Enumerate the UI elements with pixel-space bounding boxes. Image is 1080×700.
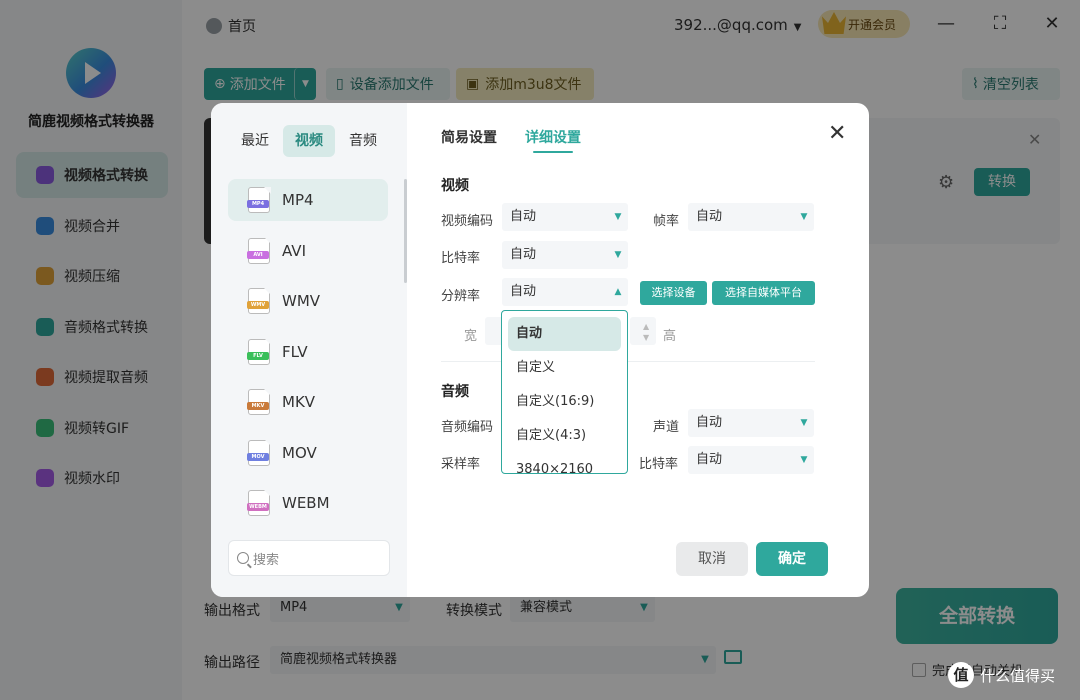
watermark-logo: 值 (948, 662, 974, 688)
format-item-webm[interactable]: WEBM WEBM (228, 482, 388, 524)
mov-tag: MOV (247, 452, 269, 461)
select-platform-button[interactable]: 选择自媒体平台 (712, 281, 815, 305)
format-item-flv[interactable]: FLV FLV (228, 331, 388, 373)
resolution-dropdown-menu: 自动 自定义 自定义(16:9) 自定义(4:3) 3840×2160 (501, 310, 628, 474)
wmv-file-icon: WMV (247, 287, 271, 314)
resolution-select[interactable]: 自动 ▲ (502, 278, 628, 306)
format-search-input[interactable]: 搜索 (228, 540, 390, 576)
mov-file-icon: MOV (247, 439, 271, 466)
watermark-text: 什么值得买 (980, 666, 1056, 685)
chevron-down-icon: ▼ (800, 418, 808, 428)
format-label: AVI (282, 241, 306, 260)
format-item-avi[interactable]: AVI AVI (228, 230, 388, 272)
format-item-mp4[interactable]: MP4 MP4 (228, 179, 388, 221)
wmv-tag: WMV (247, 301, 269, 309)
confirm-button[interactable]: 确定 (756, 542, 828, 576)
width-label: 宽 (464, 329, 478, 344)
format-settings-dialog: 最近 视频 音频 MP4 MP4 AVI AVI WMV WMV FLV FLV MKV… (211, 103, 869, 597)
audio-bitrate-label: 比特率 (639, 457, 679, 472)
tab-simple-settings[interactable]: 简易设置 (441, 127, 497, 153)
resolution-value: 自动 (510, 284, 537, 299)
tab-video[interactable]: 视频 (283, 125, 335, 157)
stepper-down-icon[interactable]: ▼ (643, 334, 649, 342)
resolution-option-custom[interactable]: 自定义 (502, 351, 627, 385)
search-icon (237, 552, 249, 564)
flv-file-icon: FLV (247, 338, 271, 365)
video-codec-label: 视频编码 (441, 214, 494, 229)
resolution-option-3840x2160[interactable]: 3840×2160 (502, 453, 627, 473)
format-label: WMV (282, 292, 321, 310)
chevron-down-icon: ▼ (614, 212, 622, 222)
video-bitrate-label: 比特率 (441, 251, 481, 266)
format-category-tabs: 最近 视频 音频 (229, 125, 391, 157)
audio-bitrate-select[interactable]: 自动 ▼ (688, 446, 814, 474)
video-bitrate-select[interactable]: 自动 ▼ (502, 241, 628, 269)
channel-label: 声道 (653, 420, 680, 435)
format-item-mkv[interactable]: MKV MKV (228, 381, 388, 423)
channel-value: 自动 (696, 415, 723, 430)
settings-tabs: 简易设置 详细设置 (441, 127, 609, 153)
tab-audio[interactable]: 音频 (337, 125, 389, 157)
samplerate-label: 采样率 (441, 457, 481, 472)
format-item-wmv[interactable]: WMV WMV (228, 280, 388, 322)
video-section-title: 视频 (441, 178, 469, 194)
format-label: MOV (282, 443, 317, 462)
audio-codec-label: 音频编码 (441, 420, 494, 435)
format-list-scrollbar[interactable] (404, 179, 407, 283)
flv-tag: FLV (247, 351, 269, 360)
format-label: WEBM (282, 494, 330, 512)
audio-section-title: 音频 (441, 384, 469, 400)
webm-tag: WEBM (247, 503, 269, 511)
resolution-option-auto[interactable]: 自动 (508, 317, 621, 351)
avi-tag: AVI (247, 250, 269, 259)
audio-bitrate-value: 自动 (696, 452, 723, 467)
resolution-option-custom-16-9[interactable]: 自定义(16:9) (502, 385, 627, 419)
mkv-file-icon: MKV (247, 388, 271, 415)
tab-detailed-settings[interactable]: 详细设置 (525, 127, 581, 153)
tab-recent[interactable]: 最近 (229, 125, 281, 157)
video-codec-value: 自动 (510, 209, 537, 224)
chevron-down-icon: ▼ (614, 250, 622, 260)
stepper-up-icon[interactable]: ▲ (643, 323, 649, 331)
watermark: 值什么值得买 (948, 662, 1055, 688)
chevron-up-icon: ▲ (614, 287, 622, 297)
format-label: MP4 (282, 191, 314, 209)
chevron-down-icon: ▼ (800, 212, 808, 222)
height-label: 高 (663, 329, 677, 344)
framerate-label: 帧率 (653, 214, 680, 229)
video-bitrate-value: 自动 (510, 247, 537, 262)
format-list: MP4 MP4 AVI AVI WMV WMV FLV FLV MKV MKV MOV MO… (228, 179, 388, 533)
channel-select[interactable]: 自动 ▼ (688, 409, 814, 437)
format-panel: 最近 视频 音频 MP4 MP4 AVI AVI WMV WMV FLV FLV MKV… (211, 103, 407, 597)
mkv-tag: MKV (247, 402, 269, 410)
framerate-value: 自动 (696, 209, 723, 224)
cancel-button[interactable]: 取消 (676, 542, 748, 576)
format-label: MKV (282, 393, 316, 411)
search-placeholder: 搜索 (253, 552, 280, 568)
resolution-label: 分辨率 (441, 289, 481, 304)
avi-file-icon: AVI (247, 237, 271, 264)
mp4-tag: MP4 (247, 200, 269, 208)
format-item-mov[interactable]: MOV MOV (228, 432, 388, 474)
chevron-down-icon: ▼ (800, 455, 808, 465)
select-device-button[interactable]: 选择设备 (640, 281, 707, 305)
resolution-option-custom-4-3[interactable]: 自定义(4:3) (502, 419, 627, 453)
video-codec-select[interactable]: 自动 ▼ (502, 203, 628, 231)
mp4-file-icon: MP4 (247, 186, 271, 213)
framerate-select[interactable]: 自动 ▼ (688, 203, 814, 231)
section-divider (441, 361, 815, 362)
format-label: FLV (282, 342, 308, 361)
close-icon[interactable]: ✕ (828, 123, 846, 145)
webm-file-icon: WEBM (247, 489, 271, 516)
